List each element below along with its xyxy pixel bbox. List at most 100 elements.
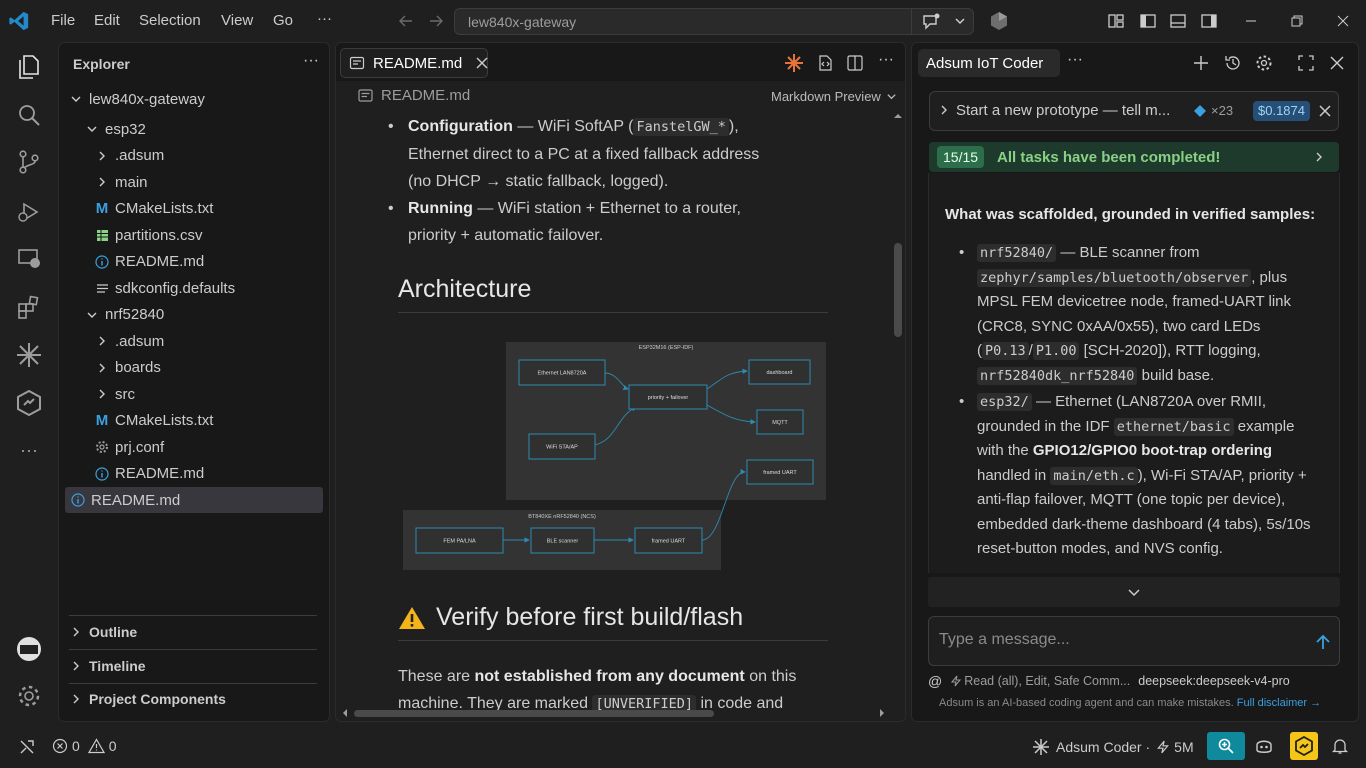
adsum-spark-icon[interactable] [13, 339, 45, 371]
minimize-icon[interactable] [1240, 10, 1262, 32]
tree-item[interactable]: README.md [65, 249, 323, 275]
run-debug-icon[interactable] [13, 196, 45, 228]
toggle-secondary-sidebar-icon[interactable] [1198, 10, 1220, 32]
search-icon[interactable] [13, 99, 45, 131]
tree-item[interactable]: src [65, 381, 323, 407]
chevron-right-icon [1313, 151, 1325, 166]
adsum-spark-orange-icon[interactable] [784, 53, 804, 76]
node-priority-label: priority + failover [648, 395, 689, 401]
markdown-preview-dropdown[interactable]: Markdown Preview [771, 89, 897, 104]
adsum-iot-status-button[interactable] [1290, 732, 1318, 760]
chat-settings-gear-icon[interactable] [1255, 54, 1273, 75]
restore-icon[interactable] [1286, 10, 1308, 32]
tree-item[interactable]: .adsum [65, 328, 323, 354]
editor-more-icon[interactable]: ··· [878, 51, 894, 69]
horizontal-scroll-thumb[interactable] [354, 710, 714, 717]
toggle-primary-sidebar-icon[interactable] [1137, 10, 1159, 32]
more-views-icon[interactable]: ··· [13, 434, 45, 466]
horizontal-scrollbar[interactable] [336, 705, 893, 719]
tree-item[interactable]: prj.conf [65, 434, 323, 460]
breadcrumb[interactable]: README.md [358, 87, 470, 104]
explorer-files-icon[interactable] [13, 51, 45, 83]
close-banner-icon[interactable] [1319, 105, 1331, 120]
disclaimer-text: Adsum is an AI-based coding agent and ca… [939, 697, 1234, 709]
chevron-down-icon [886, 91, 897, 102]
menu-go[interactable]: Go [273, 12, 293, 29]
tree-item-label: partitions.csv [115, 226, 203, 244]
customize-layout-icon[interactable] [1105, 10, 1127, 32]
toggle-panel-icon[interactable] [1167, 10, 1189, 32]
explorer-more-icon[interactable]: ··· [303, 52, 319, 70]
tree-item[interactable]: .adsum [65, 143, 323, 169]
cost-badge: $0.1874 [1253, 101, 1310, 121]
mention-at-icon[interactable]: @ [928, 673, 942, 689]
session-banner[interactable]: Start a new prototype — tell m... ×23 $0… [929, 91, 1339, 131]
tree-item[interactable]: README.md [65, 487, 323, 513]
close-window-icon[interactable] [1332, 10, 1354, 32]
tree-item[interactable]: nrf52840 [65, 302, 323, 328]
node-fem-label: FEM PA/LNA [443, 539, 476, 545]
message-input-box[interactable]: Type a message... [928, 616, 1340, 666]
tree-item-label: boards [115, 359, 161, 376]
command-center-search[interactable]: lew840x-gateway [454, 8, 974, 35]
chat-more-icon[interactable]: ··· [1067, 51, 1083, 69]
tree-item[interactable]: esp32 [65, 116, 323, 142]
chat-title-tab[interactable]: Adsum IoT Coder [918, 49, 1060, 77]
tree-item[interactable]: main [65, 169, 323, 195]
text: — WiFi station + Ethernet to a router, [472, 200, 741, 217]
settings-gear-icon[interactable] [13, 680, 45, 712]
text: ), [728, 118, 739, 135]
section-timeline[interactable]: Timeline [69, 651, 319, 681]
tree-item[interactable]: M CMakeLists.txt [65, 408, 323, 434]
back-arrow-icon[interactable] [395, 10, 417, 32]
chevron-down-icon[interactable] [953, 14, 967, 31]
section-outline[interactable]: Outline [69, 617, 319, 647]
tab-readme-label: README.md [373, 54, 463, 72]
forward-arrow-icon[interactable] [425, 10, 447, 32]
adsum-status[interactable]: Adsum Coder · 5M [1032, 738, 1194, 756]
notifications-bell-icon[interactable] [1331, 737, 1349, 758]
tree-item[interactable]: boards [65, 355, 323, 381]
open-source-icon[interactable] [816, 54, 834, 75]
chevron-right-icon [95, 175, 109, 189]
copilot-chat-icon[interactable] [921, 12, 941, 35]
section-project-components[interactable]: Project Components [69, 684, 319, 714]
menu-edit[interactable]: Edit [94, 12, 120, 29]
zoom-search-button[interactable] [1207, 732, 1245, 760]
permissions-selector[interactable]: Read (all), Edit, Safe Comm... [964, 674, 1130, 688]
chevron-right-icon [95, 387, 109, 401]
tasks-completed-banner[interactable]: 15/15 All tasks have been completed! [929, 142, 1339, 172]
vertical-scrollbar[interactable] [893, 109, 903, 715]
menu-selection[interactable]: Selection [139, 12, 201, 29]
tree-item[interactable]: sdkconfig.defaults [65, 275, 323, 301]
menu-file[interactable]: File [51, 12, 75, 29]
copilot-icon[interactable] [1254, 737, 1274, 758]
history-icon[interactable] [1224, 54, 1242, 75]
close-tab-icon[interactable] [476, 57, 488, 69]
tree-item[interactable]: M CMakeLists.txt [65, 196, 323, 222]
close-panel-icon[interactable] [1328, 54, 1346, 75]
remote-explorer-icon[interactable] [13, 242, 45, 274]
send-arrow-icon[interactable] [1315, 634, 1331, 653]
vertical-scroll-thumb[interactable] [894, 243, 902, 337]
split-editor-icon[interactable] [846, 54, 864, 75]
tree-item[interactable]: partitions.csv [65, 222, 323, 248]
disclaimer-link[interactable]: Full disclaimer → [1237, 697, 1321, 709]
problems-indicator[interactable]: 0 0 [52, 738, 117, 754]
account-avatar-icon[interactable] [13, 633, 45, 665]
maximize-panel-icon[interactable] [1297, 54, 1315, 75]
extension-cube-icon[interactable] [988, 10, 1010, 32]
menu-view[interactable]: View [221, 12, 253, 29]
tab-readme[interactable]: README.md [340, 48, 488, 78]
tree-item[interactable]: README.md [65, 461, 323, 487]
new-chat-plus-icon[interactable] [1192, 54, 1210, 75]
tree-root[interactable]: lew840x-gateway [69, 86, 327, 112]
scroll-to-bottom-button[interactable] [928, 577, 1340, 607]
source-control-icon[interactable] [13, 146, 45, 178]
disclaimer-row: Adsum is an AI-based coding agent and ca… [939, 697, 1349, 709]
extensions-icon[interactable] [13, 291, 45, 323]
remote-indicator-icon[interactable] [18, 738, 36, 759]
iot-hexagon-icon[interactable] [13, 387, 45, 419]
menu-more[interactable]: ··· [317, 10, 332, 27]
model-selector[interactable]: deepseek:deepseek-v4-pro [1138, 674, 1290, 688]
